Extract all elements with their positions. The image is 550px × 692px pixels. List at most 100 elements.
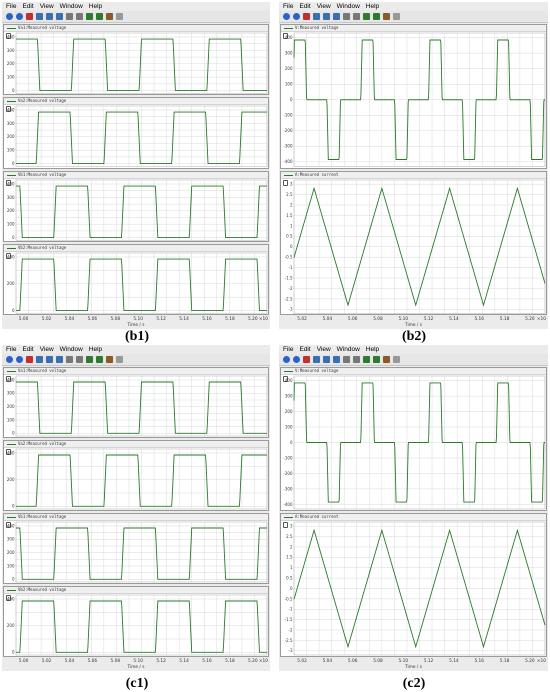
y-tick-label: 200 [7, 404, 15, 409]
menu-view[interactable]: View [317, 3, 331, 10]
menu-edit[interactable]: Edit [299, 3, 310, 10]
cursor-icon[interactable] [76, 13, 83, 20]
menu-edit[interactable]: Edit [22, 346, 33, 353]
y-tick-label: -2 [289, 627, 293, 632]
x-tick-label: 5.12 [156, 316, 166, 322]
menu-file[interactable]: File [283, 3, 293, 10]
print-icon[interactable] [106, 356, 113, 363]
copy-icon[interactable] [116, 13, 123, 20]
stop-icon[interactable] [303, 356, 310, 363]
waveform-plot: 0 100 200 300 400 [7, 375, 268, 437]
menu-window[interactable]: Window [60, 346, 83, 353]
back-icon[interactable] [283, 356, 290, 363]
y-tick-label: 200 [7, 208, 15, 213]
menu-file[interactable]: File [6, 3, 16, 10]
menu-file[interactable]: File [283, 346, 293, 353]
y-tick-label: -300 [283, 486, 293, 491]
stop-icon[interactable] [26, 13, 33, 20]
x-tick-label: 5.12 [156, 658, 166, 664]
graph-icon[interactable] [363, 356, 370, 363]
y-tick-label: 400 [7, 254, 15, 259]
menu-help[interactable]: Help [89, 3, 102, 10]
y-tick-label: 400 [7, 596, 15, 601]
y-tick-label: -2.5 [285, 296, 293, 301]
forward-icon[interactable] [16, 13, 23, 20]
pan-icon[interactable] [66, 356, 73, 363]
back-icon[interactable] [6, 13, 13, 20]
stop-icon[interactable] [303, 13, 310, 20]
stop-icon[interactable] [26, 356, 33, 363]
copy-icon[interactable] [393, 356, 400, 363]
cursor-icon[interactable] [353, 13, 360, 20]
menu-edit[interactable]: Edit [22, 3, 33, 10]
menu-window[interactable]: Window [337, 3, 360, 10]
y-tick-label: 300 [7, 48, 15, 53]
pan-icon[interactable] [343, 13, 350, 20]
copy-icon[interactable] [116, 356, 123, 363]
x-tick-label: 5.14 [179, 658, 189, 664]
forward-icon[interactable] [16, 356, 23, 363]
export-icon[interactable] [373, 356, 380, 363]
menu-view[interactable]: View [317, 346, 331, 353]
menu-edit[interactable]: Edit [299, 346, 310, 353]
back-icon[interactable] [6, 356, 13, 363]
zoom-fit-icon[interactable] [333, 356, 340, 363]
menu-help[interactable]: Help [366, 346, 379, 353]
waveform-plot: -400 -300 -200 -100 0 100 200 300 400 [283, 375, 546, 510]
x-tick-label: 5.20 [525, 316, 535, 322]
export-icon[interactable] [96, 356, 103, 363]
zoom-fit-icon[interactable] [56, 356, 63, 363]
back-icon[interactable] [283, 13, 290, 20]
graph-icon[interactable] [363, 13, 370, 20]
menu-window[interactable]: Window [60, 3, 83, 10]
zoom-fit-icon[interactable] [56, 13, 63, 20]
graph-icon[interactable] [86, 356, 93, 363]
pan-icon[interactable] [66, 13, 73, 20]
y-tick-label: 300 [7, 391, 15, 396]
forward-icon[interactable] [293, 13, 300, 20]
forward-icon[interactable] [293, 356, 300, 363]
menu-help[interactable]: Help [89, 346, 102, 353]
x-tick-label: 5.04 [65, 316, 75, 322]
print-icon[interactable] [383, 13, 390, 20]
x-tick-label: 5.14 [449, 316, 459, 322]
copy-icon[interactable] [393, 13, 400, 20]
zoom-fit-icon[interactable] [333, 13, 340, 20]
zoom-box-icon[interactable] [323, 356, 330, 363]
zoom-icon[interactable] [313, 356, 320, 363]
scope-panel: Vb2:Measured voltage 0 200 400 [3, 243, 269, 315]
y-tick-label: -400 [283, 159, 293, 164]
y-tick-label: 100 [7, 221, 15, 226]
x-tick-label: 5.04 [323, 658, 333, 664]
y-tick-label: 0 [290, 586, 293, 591]
menu-view[interactable]: View [40, 3, 54, 10]
print-icon[interactable] [383, 356, 390, 363]
export-icon[interactable] [373, 13, 380, 20]
menu-file[interactable]: File [6, 346, 16, 353]
x-tick-label: 5.10 [133, 658, 143, 664]
y-tick-label: 100 [285, 82, 293, 87]
graph-icon[interactable] [86, 13, 93, 20]
menu-bar: File Edit View Window Help [279, 345, 548, 354]
pan-icon[interactable] [343, 356, 350, 363]
menu-help[interactable]: Help [366, 3, 379, 10]
zoom-icon[interactable] [313, 13, 320, 20]
scope-panel: Va2:Measured voltage 0 100 200 300 400 [3, 97, 269, 169]
cursor-icon[interactable] [76, 356, 83, 363]
toolbar [2, 11, 270, 23]
export-icon[interactable] [96, 13, 103, 20]
x-tick-label: 5.02 [297, 658, 307, 664]
cursor-icon[interactable] [353, 356, 360, 363]
zoom-box-icon[interactable] [323, 13, 330, 20]
zoom-icon[interactable] [36, 13, 43, 20]
figure-caption-b2: (b2) [401, 329, 427, 344]
x-axis: 5.00 5.02 5.04 5.06 5.08 5.10 5.12 5.14 5.16 5.18… [19, 316, 268, 328]
menu-view[interactable]: View [40, 346, 54, 353]
zoom-box-icon[interactable] [46, 356, 53, 363]
y-tick-label: 0 [290, 440, 293, 445]
zoom-icon[interactable] [36, 356, 43, 363]
zoom-box-icon[interactable] [46, 13, 53, 20]
print-icon[interactable] [106, 13, 113, 20]
waveform-plot: -3 -2.5 -2 -1.5 -1 -0.5 0 0.5 1 1.5 2 2.5 3 [285, 179, 546, 314]
menu-window[interactable]: Window [337, 346, 360, 353]
